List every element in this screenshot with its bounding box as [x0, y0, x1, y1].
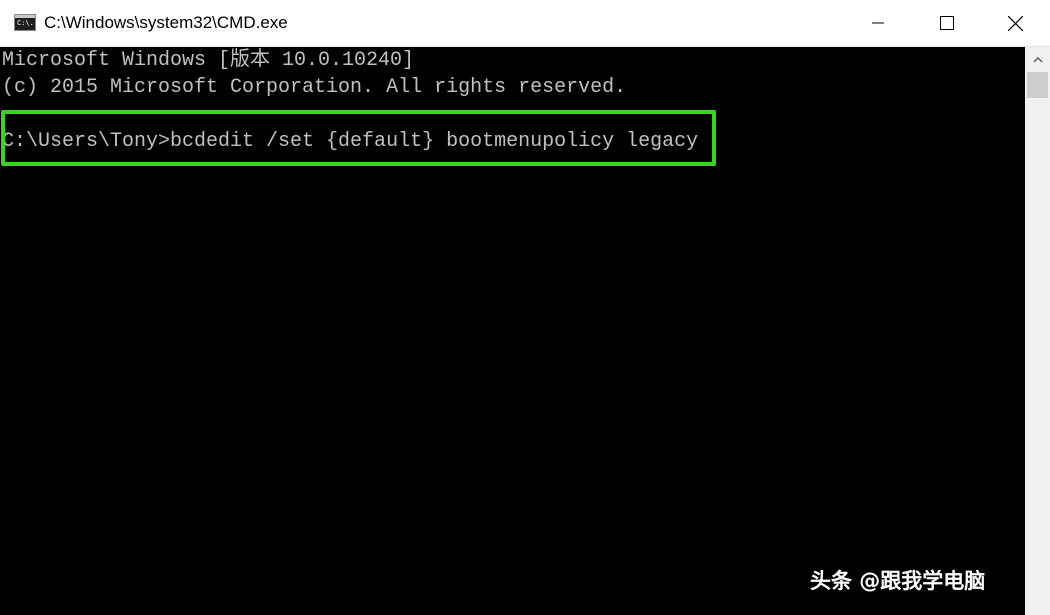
window-title: C:\Windows\system32\CMD.exe — [44, 13, 288, 32]
chevron-up-icon — [1032, 56, 1043, 63]
vertical-scrollbar[interactable] — [1025, 47, 1050, 615]
console-line-version: Microsoft Windows [版本 10.0.10240] — [2, 49, 415, 72]
cmd-app-icon-text: C:\. — [17, 19, 34, 27]
close-icon — [1007, 15, 1023, 31]
minimize-icon — [872, 22, 884, 24]
minimize-button[interactable] — [843, 0, 913, 46]
cmd-window: C:\. C:\Windows\system32\CMD.exe Microso… — [0, 0, 1050, 615]
maximize-button[interactable] — [912, 0, 982, 46]
close-button[interactable] — [980, 0, 1050, 46]
cmd-app-icon[interactable]: C:\. — [14, 14, 36, 31]
watermark: 头条 @跟我学电脑 — [810, 569, 986, 593]
command-highlight-box — [1, 110, 716, 166]
scroll-thumb[interactable] — [1027, 72, 1048, 98]
title-bar[interactable]: C:\. C:\Windows\system32\CMD.exe — [0, 0, 1050, 47]
console-line-copyright: (c) 2015 Microsoft Corporation. All righ… — [2, 76, 627, 99]
maximize-icon — [940, 16, 954, 30]
console-output[interactable]: Microsoft Windows [版本 10.0.10240] (c) 20… — [0, 47, 1025, 615]
scroll-up-button[interactable] — [1025, 47, 1050, 72]
